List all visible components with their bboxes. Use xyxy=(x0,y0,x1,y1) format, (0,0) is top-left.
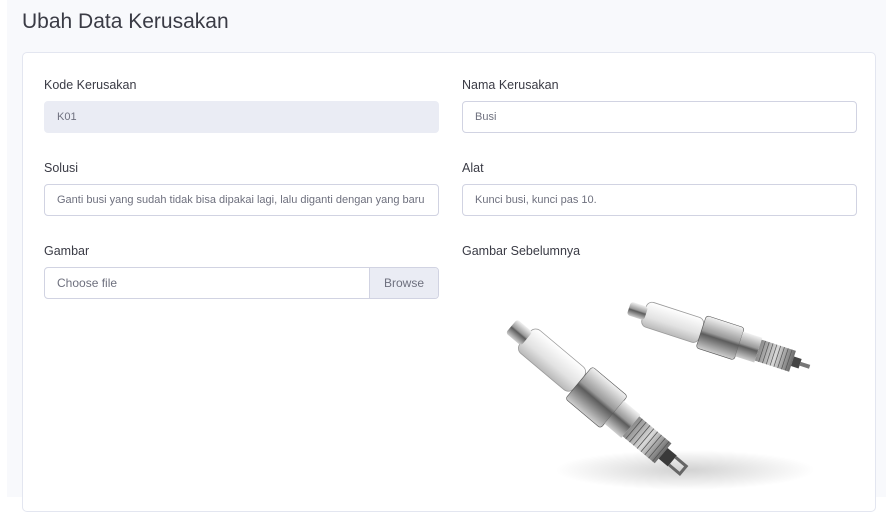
kode-kerusakan-label: Kode Kerusakan xyxy=(44,78,137,92)
page-title: Ubah Data Kerusakan xyxy=(22,10,229,33)
kode-kerusakan-input[interactable]: K01 xyxy=(44,101,439,133)
browse-button[interactable]: Browse xyxy=(369,268,438,298)
sidebar-edge xyxy=(0,0,7,497)
gambar-sebelumnya-label: Gambar Sebelumnya xyxy=(462,244,581,258)
alat-label: Alat xyxy=(462,161,484,175)
solusi-label: Solusi xyxy=(44,161,79,175)
solusi-input[interactable]: Ganti busi yang sudah tidak bisa dipakai… xyxy=(44,184,439,216)
file-input-placeholder: Choose file xyxy=(57,276,118,290)
gambar-label: Gambar xyxy=(44,244,90,258)
spark-plugs-image xyxy=(500,265,830,491)
nama-kerusakan-input[interactable]: Busi xyxy=(462,101,857,133)
page: Ubah Data Kerusakan Kode Kerusakan K01 N… xyxy=(0,0,886,512)
alat-input[interactable]: Kunci busi, kunci pas 10. xyxy=(462,184,857,216)
nama-kerusakan-label: Nama Kerusakan xyxy=(462,78,559,92)
file-input[interactable]: Choose file Browse xyxy=(44,267,439,299)
